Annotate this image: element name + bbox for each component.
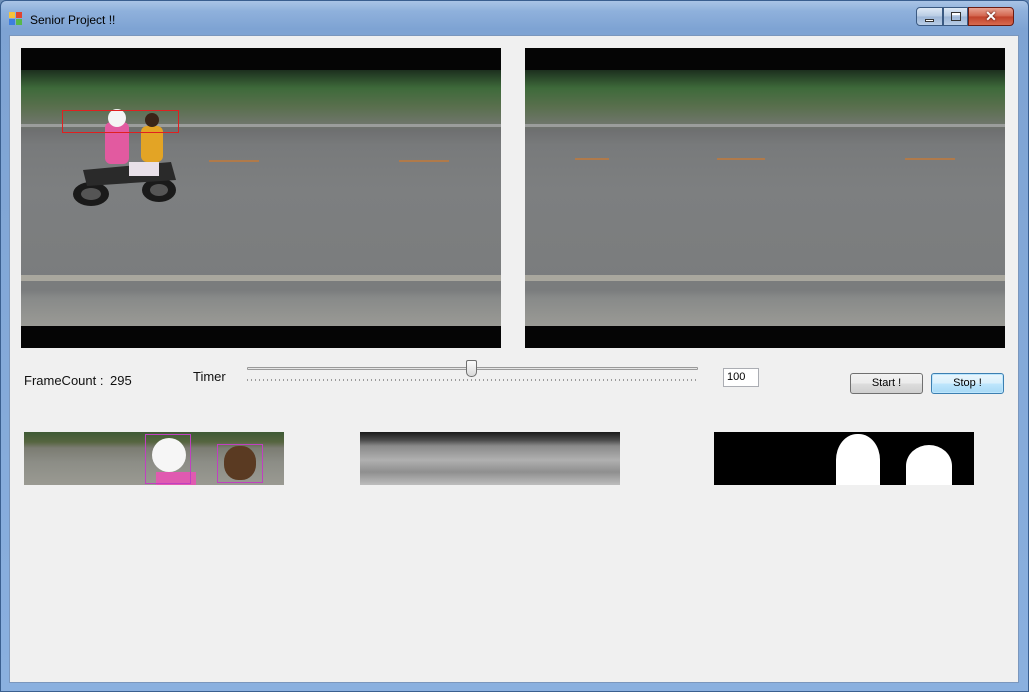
road-scene	[21, 70, 501, 326]
head-box	[217, 444, 263, 483]
window-title: Senior Project !!	[30, 13, 116, 27]
detection-box	[62, 110, 179, 133]
close-icon: ✕	[985, 8, 997, 24]
mask-blob	[836, 434, 880, 485]
head-crop-strip	[24, 432, 284, 485]
timer-label: Timer	[193, 369, 226, 384]
start-button[interactable]: Start !	[850, 373, 923, 394]
stop-button[interactable]: Stop !	[931, 373, 1004, 394]
timer-slider-thumb[interactable]	[466, 360, 477, 377]
timer-slider-ticks	[247, 379, 698, 381]
mask-blob	[906, 445, 952, 485]
head-box	[145, 434, 191, 484]
background-video-frame	[525, 48, 1005, 348]
minimize-button[interactable]	[916, 7, 943, 26]
motorcycle-riders-graphic	[73, 109, 176, 206]
maximize-icon	[951, 12, 961, 21]
minimize-icon	[925, 19, 934, 22]
close-button[interactable]: ✕	[968, 7, 1014, 26]
framecount-label: FrameCount :	[24, 373, 104, 388]
app-window-icon	[9, 12, 22, 25]
framecount-value: 295	[110, 373, 132, 388]
form-client-area: FrameCount : 295 Timer 100 Start ! Stop …	[9, 35, 1019, 683]
lane-marking	[905, 158, 955, 160]
caption-buttons: ✕	[916, 7, 1014, 26]
binary-mask-strip	[714, 432, 974, 485]
curb-line	[525, 275, 1005, 281]
grayscale-strip	[360, 432, 620, 485]
app-window: Senior Project !! ✕ FrameCount: 295 Tim…	[0, 0, 1029, 692]
interval-input[interactable]: 100	[723, 368, 759, 387]
lane-marking	[575, 158, 609, 160]
lane-marking	[717, 158, 765, 160]
road-scene	[525, 70, 1005, 326]
maximize-button[interactable]	[943, 7, 968, 26]
curb-line	[525, 124, 1005, 127]
source-video-frame	[21, 48, 501, 348]
title-bar[interactable]: Senior Project !! ✕	[1, 1, 1028, 35]
